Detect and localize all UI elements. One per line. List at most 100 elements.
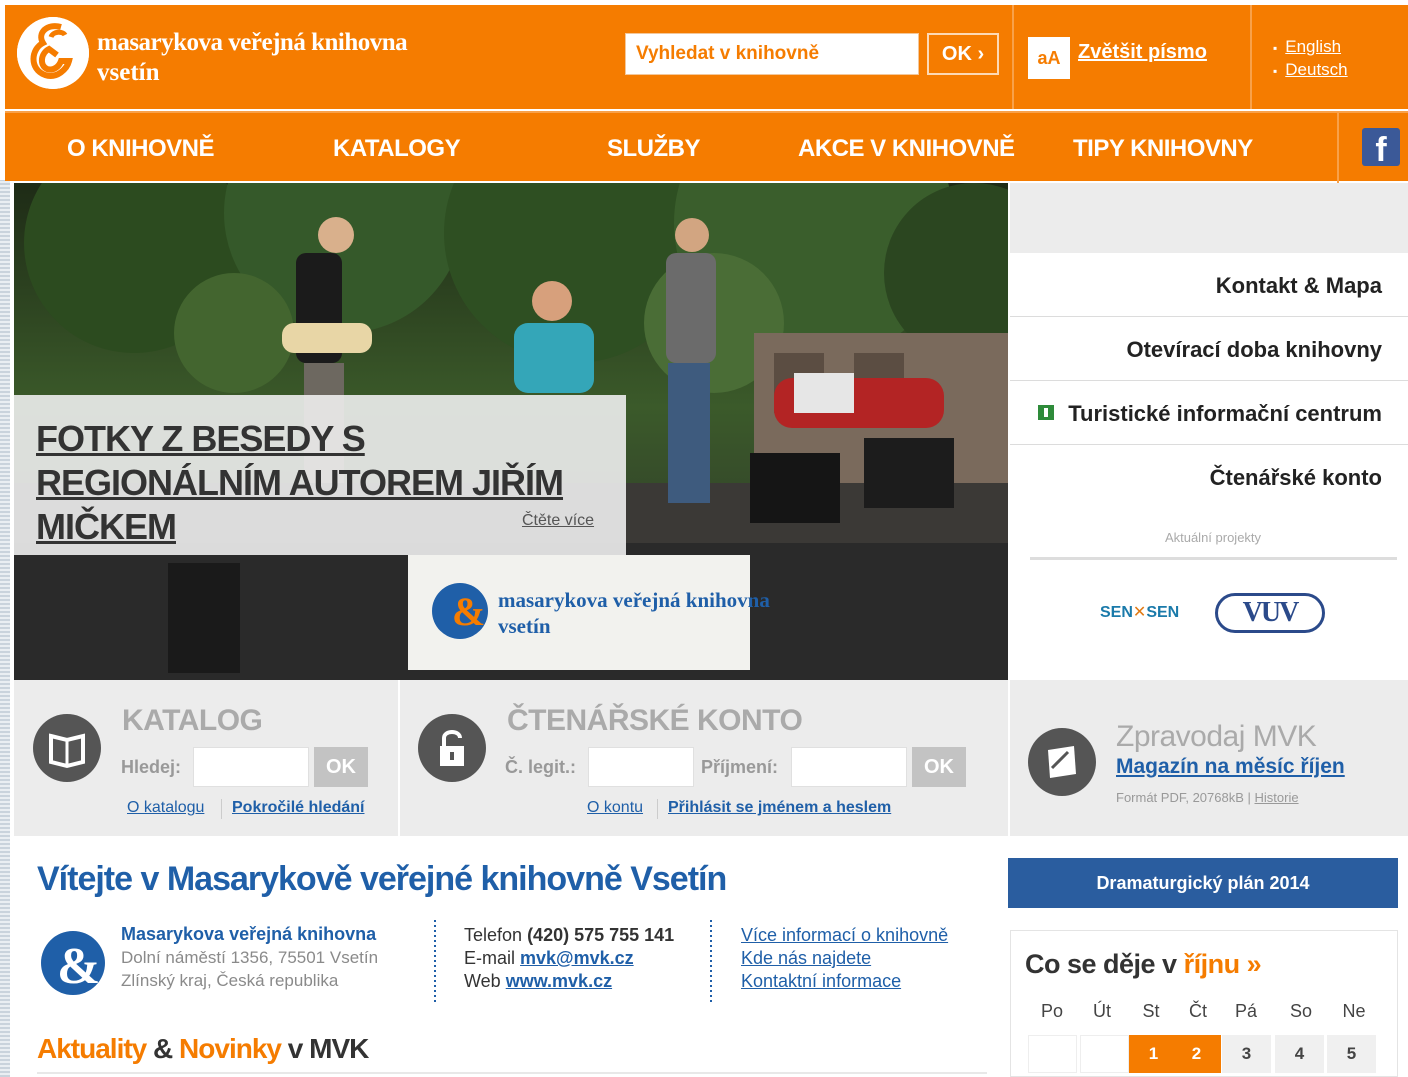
phone-label: Telefon	[464, 925, 523, 945]
site-header: masarykova veřejná knihovna vsetín Vyhle…	[5, 5, 1408, 109]
senxsen-left: SEN	[1100, 604, 1133, 621]
link-divider	[221, 799, 222, 819]
drama-plan-button[interactable]: Dramaturgický plán 2014	[1008, 858, 1398, 908]
calendar-cell	[1028, 1035, 1077, 1073]
catalog-advanced-search-link[interactable]: Pokročilé hledání	[232, 799, 364, 817]
hero-banner-line1: masarykova veřejná knihovna	[498, 588, 770, 612]
tourist-info-icon	[1038, 405, 1054, 420]
calendar-day[interactable]: 3	[1222, 1035, 1271, 1073]
news-divider	[37, 1072, 987, 1074]
news-word-aktuality: Aktuality	[37, 1033, 147, 1064]
calendar-title: Co se děje v říjnu »	[1025, 949, 1262, 980]
contact-info-link[interactable]: Kontaktní informace	[741, 971, 901, 992]
nav-divider	[1337, 113, 1339, 183]
org-address: Dolní náměstí 1356, 75501 Vsetín	[121, 948, 379, 967]
newsletter-meta: Formát PDF, 20768kB | Historie	[1116, 790, 1299, 805]
tools-divider	[1008, 680, 1010, 836]
calendar-weekday: Ne	[1342, 1001, 1366, 1021]
right-menu-label: Čtenářské konto	[1209, 465, 1382, 490]
account-id-input[interactable]	[588, 747, 694, 787]
library-logo-icon: &	[37, 927, 109, 999]
right-menu-item-kontakt[interactable]: Kontakt & Mapa	[1010, 254, 1408, 317]
right-menu-item-ctenarske-konto[interactable]: Čtenářské konto	[1010, 446, 1408, 509]
header-divider	[1250, 5, 1252, 109]
header-divider	[1012, 5, 1014, 109]
account-login-link[interactable]: Přihlásit se jménem a heslem	[668, 799, 891, 817]
org-name: Masarykova veřejná knihovna	[121, 924, 377, 944]
right-menu-item-turisticke-centrum[interactable]: Turistické informační centrum	[1010, 382, 1408, 445]
calendar-weekday: Čt	[1189, 1001, 1207, 1021]
calendar-title-prefix: Co se děje v	[1025, 949, 1177, 979]
link-divider	[657, 799, 658, 819]
contact-web: Web www.mvk.cz	[464, 971, 612, 992]
nav-item-akce[interactable]: AKCE V KNIHOVNĚ	[798, 135, 1015, 163]
newsletter-history-link[interactable]: Historie	[1255, 790, 1299, 805]
right-menu-item-oteviraci-doba[interactable]: Otevírací doba knihovny	[1010, 318, 1408, 381]
hero-read-more-link[interactable]: Čtěte více	[522, 512, 594, 530]
catalog-title: KATALOG	[122, 704, 263, 737]
contact-email: E-mail mvk@mvk.cz	[464, 948, 634, 969]
right-menu-header	[1010, 183, 1408, 253]
right-menu-label: Otevírací doba knihovny	[1126, 337, 1382, 362]
lock-icon	[418, 714, 486, 782]
news-heading: Aktuality & Novinky v MVK	[37, 1033, 369, 1065]
newsletter-title: Zpravodaj MVK	[1116, 720, 1317, 753]
catalog-search-label: Hledej:	[121, 757, 182, 777]
calendar-day[interactable]: 4	[1275, 1035, 1324, 1073]
account-ok-button[interactable]: OK	[912, 747, 966, 787]
calendar-month-link[interactable]: říjnu »	[1184, 949, 1262, 979]
account-surname-input[interactable]	[791, 747, 907, 787]
catalog-ok-button[interactable]: OK	[314, 747, 368, 787]
web-link[interactable]: www.mvk.cz	[506, 971, 612, 991]
logo-text-name[interactable]: masarykova veřejná knihovna	[97, 29, 408, 57]
senxsen-logo[interactable]: SEN✕SEN	[1100, 602, 1179, 622]
nav-item-katalogy[interactable]: KATALOGY	[333, 135, 461, 163]
email-label: E-mail	[464, 948, 516, 968]
calendar-day-event[interactable]: 2	[1172, 1035, 1221, 1073]
dotted-divider	[710, 918, 712, 1002]
hero-banner-line2: vsetín	[498, 614, 551, 638]
enlarge-font-link[interactable]: Zvětšit písmo	[1078, 41, 1207, 64]
account-surname-label: Příjmení:	[701, 757, 779, 777]
email-link[interactable]: mvk@mvk.cz	[520, 948, 634, 968]
catalog-search-input[interactable]	[193, 747, 309, 787]
vuv-logo[interactable]: VUV	[1215, 593, 1325, 633]
newsletter-issue-link[interactable]: Magazín na měsíc říjen	[1116, 755, 1345, 779]
newsletter-format: Formát PDF, 20768kB	[1116, 790, 1244, 805]
logo-icon[interactable]	[17, 17, 89, 89]
find-us-link[interactable]: Kde nás najdete	[741, 948, 871, 969]
tools-divider	[398, 680, 400, 836]
calendar-day[interactable]: 5	[1327, 1035, 1376, 1073]
catalog-about-link[interactable]: O katalogu	[127, 799, 204, 817]
right-menu-label: Kontakt & Mapa	[1215, 273, 1382, 298]
language-english-link[interactable]: English	[1273, 37, 1341, 57]
facebook-icon[interactable]: f	[1362, 128, 1400, 169]
welcome-heading: Vítejte v Masarykově veřejné knihovně Vs…	[37, 860, 727, 898]
main-navigation: O KNIHOVNĚ KATALOGY SLUŽBY AKCE V KNIHOV…	[5, 111, 1408, 183]
calendar-day-event[interactable]: 1	[1129, 1035, 1178, 1073]
senxsen-x-icon: ✕	[1132, 604, 1147, 621]
search-input[interactable]: Vyhledat v knihovně	[625, 33, 919, 75]
logo-text-city[interactable]: vsetín	[97, 59, 160, 87]
nav-item-tipy[interactable]: TIPY KNIHOVNY	[1073, 135, 1253, 163]
book-icon	[33, 714, 101, 782]
newsletter-icon	[1028, 728, 1096, 796]
account-about-link[interactable]: O kontu	[587, 799, 643, 817]
org-region: Zlínský kraj, Česká republika	[121, 971, 339, 990]
contact-phone: Telefon (420) 575 755 141	[464, 925, 674, 946]
font-size-icon[interactable]: aA	[1028, 37, 1070, 79]
projects-caption: Aktuální projekty	[1164, 530, 1262, 545]
nav-item-o-knihovne[interactable]: O KNIHOVNĚ	[67, 135, 215, 163]
news-amp: &	[153, 1033, 173, 1064]
account-id-label: Č. legit.:	[505, 757, 576, 777]
more-info-link[interactable]: Více informací o knihovně	[741, 925, 948, 946]
calendar-weekday: Pá	[1234, 1001, 1258, 1021]
projects-divider	[1030, 557, 1397, 560]
search-button[interactable]: OK ›	[927, 33, 999, 75]
account-title: ČTENÁŘSKÉ KONTO	[507, 704, 803, 737]
calendar-weekday: So	[1289, 1001, 1313, 1021]
nav-item-sluzby[interactable]: SLUŽBY	[607, 135, 701, 163]
language-deutsch-link[interactable]: Deutsch	[1273, 60, 1347, 80]
events-calendar: Co se děje v říjnu » Po Út St Čt Pá So N…	[1010, 930, 1398, 1077]
calendar-cell	[1080, 1035, 1129, 1073]
